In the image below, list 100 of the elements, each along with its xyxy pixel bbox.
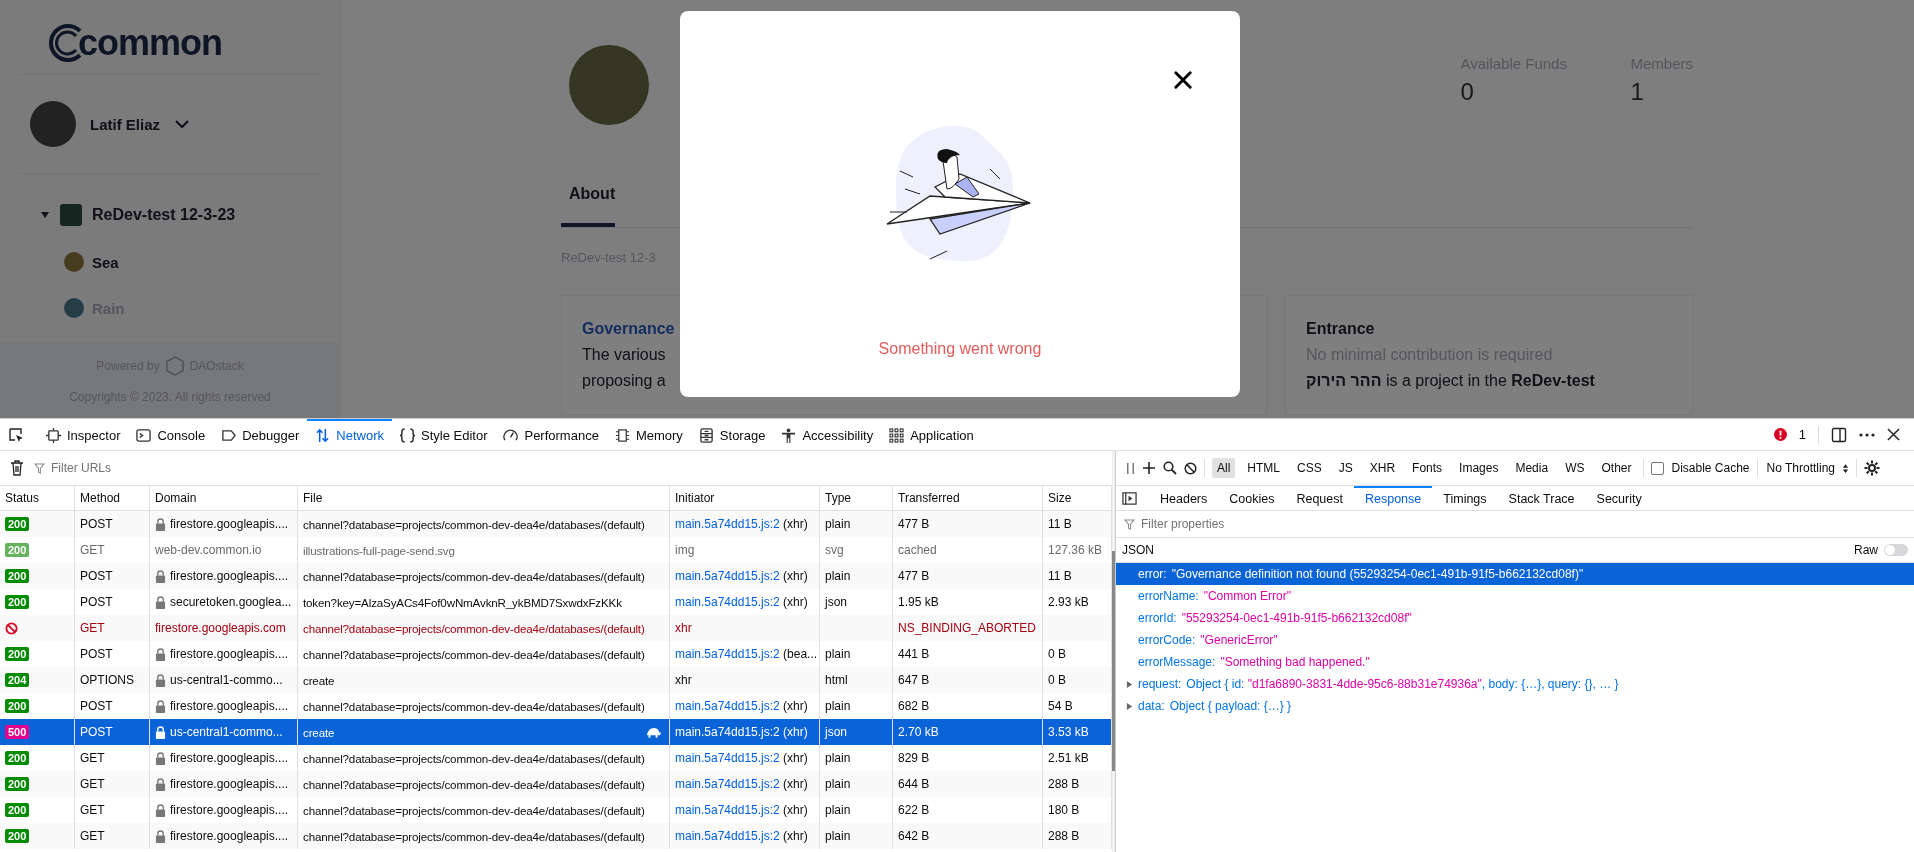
error-count[interactable]: 1 [1798, 427, 1806, 442]
block-icon[interactable] [1184, 461, 1197, 475]
close-icon[interactable] [1887, 428, 1900, 441]
network-arrows-icon[interactable] [315, 428, 331, 443]
triangle-down-icon[interactable] [40, 211, 50, 219]
devtools-tab[interactable]: Network [307, 419, 392, 450]
throttling-dropdown[interactable]: No Throttling [1766, 461, 1835, 475]
inspector-icon[interactable] [46, 428, 61, 443]
expand-triangle-icon[interactable] [1126, 679, 1133, 689]
close-icon[interactable] [1174, 71, 1192, 89]
table-cell[interactable]: main.5a74dd15.js:2 (bea... [675, 647, 818, 661]
type-filter-button[interactable]: HTML [1242, 458, 1285, 478]
request-row[interactable]: 200 POST firestore.googleapis.... channel?database=projects/common-dev-dea4e/databases/(default) main.5a74dd15.js:2 (xhr) plain 477 B 11 B [0, 511, 1112, 537]
element-picker-icon[interactable] [8, 426, 24, 443]
debugger-icon[interactable] [221, 428, 237, 443]
type-filter-button[interactable]: XHR [1364, 458, 1401, 478]
type-filter-button[interactable]: JS [1333, 458, 1358, 478]
pause-icon[interactable] [1126, 461, 1135, 475]
storage-icon[interactable] [698, 428, 714, 443]
request-row[interactable]: GET firestore.googleapis.com channel?database=projects/common-dev-dea4e/databases/(default) xhr NS_BINDING_ABORTED [0, 615, 1112, 641]
details-tab[interactable]: Response [1354, 486, 1433, 510]
table-cell[interactable]: main.5a74dd15.js:2 (xhr) [675, 699, 808, 713]
details-tab[interactable]: Stack Trace [1497, 486, 1586, 510]
table-cell[interactable]: main.5a74dd15.js:2 (xhr) [675, 725, 808, 739]
type-filter-button[interactable]: WS [1560, 458, 1590, 478]
table-cell[interactable]: main.5a74dd15.js:2 (xhr) [675, 517, 808, 531]
request-row[interactable]: 200 POST firestore.googleapis.... channel?database=projects/common-dev-dea4e/databases/(default) main.5a74dd15.js:2 (xhr) plain 477 B 11 B [0, 563, 1112, 589]
user-name[interactable]: Latif Eliaz [90, 115, 160, 133]
table-cell[interactable]: main.5a74dd15.js:2 (xhr) [675, 803, 808, 817]
type-filter-button[interactable]: Other [1596, 458, 1637, 478]
filter-urls-field[interactable]: Filter URLs [49, 460, 1112, 476]
toggle-switch[interactable] [1884, 544, 1908, 556]
json-property-row[interactable]: error: "Governance definition not found (55293254-0ec1-491b-91f5-b662132cd08f)" [1116, 563, 1914, 585]
devtools-tab[interactable]: Application [881, 419, 982, 450]
json-property-row[interactable]: request: Object { id: "d1fa6890-3831-4dde-95c6-88b31e74936a", body: {…}, query: {}, … } [1116, 673, 1914, 695]
devtools-tab[interactable]: Performance [495, 419, 607, 450]
json-property-row[interactable]: data: Object { payload: {…} } [1116, 695, 1914, 717]
column-header[interactable]: Method [75, 486, 150, 510]
devtools-tab[interactable]: Storage [690, 419, 774, 450]
column-header[interactable]: Transferred [893, 486, 1043, 510]
request-row[interactable]: 500 POST us-central1-commo... create main.5a74dd15.js:2 (xhr) json 2.70 kB 3.53 kB [0, 719, 1112, 745]
search-icon[interactable] [1163, 461, 1177, 475]
json-property-row[interactable]: errorName: "Common Error" [1116, 585, 1914, 607]
panel-toggle-icon[interactable] [1122, 490, 1137, 506]
console-icon[interactable] [136, 428, 152, 443]
type-filter-button[interactable]: Fonts [1407, 458, 1448, 478]
json-property-row[interactable]: errorMessage: "Something bad happened." [1116, 651, 1914, 673]
table-cell[interactable]: main.5a74dd15.js:2 (xhr) [675, 777, 808, 791]
checkbox[interactable] [1651, 461, 1665, 475]
toggle-label[interactable]: Raw [1854, 543, 1878, 557]
chevron-down-icon[interactable] [174, 119, 190, 129]
error-icon[interactable] [1773, 428, 1787, 441]
type-filter-button[interactable]: CSS [1292, 458, 1327, 478]
table-cell[interactable]: main.5a74dd15.js:2 (xhr) [675, 829, 808, 843]
filter-properties-field[interactable]: Filter properties [1139, 516, 1914, 532]
json-property-row[interactable]: errorId: "55293254-0ec1-491b-91f5-b662132cd08f" [1116, 607, 1914, 629]
braces-icon[interactable] [400, 428, 415, 443]
column-header[interactable]: File [298, 486, 670, 510]
json-key: errorId: [1138, 611, 1177, 625]
details-tab[interactable]: Headers [1149, 486, 1219, 510]
details-tab[interactable]: Security [1585, 486, 1653, 510]
plus-icon[interactable] [1142, 461, 1156, 475]
type-filter-button[interactable]: Images [1454, 458, 1504, 478]
devtools-tab[interactable]: Console [128, 419, 214, 450]
request-row[interactable]: 204 OPTIONS us-central1-commo... create xhr html 647 B 0 B [0, 667, 1112, 693]
column-header[interactable]: Type [820, 486, 893, 510]
details-tab[interactable]: Cookies [1218, 486, 1286, 510]
grid-icon[interactable] [889, 428, 905, 443]
column-header[interactable]: Status [0, 486, 75, 510]
table-cell[interactable]: main.5a74dd15.js:2 (xhr) [675, 595, 808, 609]
details-tab[interactable]: Timings [1432, 486, 1498, 510]
dock-side-icon[interactable] [1831, 426, 1847, 443]
column-header[interactable]: Initiator [670, 486, 820, 510]
devtools-tab[interactable]: Memory [606, 419, 691, 450]
details-tab[interactable]: Request [1285, 486, 1354, 510]
more-options-icon[interactable] [1859, 432, 1875, 437]
scrollbar-thumb[interactable] [1112, 551, 1115, 771]
devtools-tab[interactable]: Accessibility [773, 419, 882, 450]
about-tab[interactable]: About [561, 185, 616, 227]
sort-arrows-icon[interactable] [1842, 462, 1849, 474]
devtools-tab[interactable]: Style Editor [392, 419, 496, 450]
column-header[interactable]: Domain [150, 486, 298, 510]
expand-triangle-icon[interactable] [1126, 701, 1133, 711]
type-filter-button[interactable]: Media [1510, 458, 1554, 478]
table-cell[interactable]: main.5a74dd15.js:2 (xhr) [675, 751, 808, 765]
settings-icon[interactable] [1864, 460, 1880, 476]
devtools-tab[interactable]: Debugger [213, 419, 308, 450]
devtools-tab[interactable]: Inspector [38, 419, 129, 450]
table-cell[interactable]: main.5a74dd15.js:2 (xhr) [675, 569, 808, 583]
sidebar-item[interactable]: ReDev-test 12-3-23 [92, 206, 236, 224]
request-row[interactable]: 200 GET firestore.googleapis.... channel?database=projects/common-dev-dea4e/databases/(default) main.5a74dd15.js:2 (xhr) plain 642 B 288 B [0, 823, 1112, 849]
json-property-row[interactable]: errorCode: "GenericError" [1116, 629, 1914, 651]
type-filter-button[interactable]: All [1212, 458, 1236, 478]
trash-icon[interactable] [10, 460, 24, 476]
accessibility-person-icon[interactable] [781, 428, 797, 443]
memory-chip-icon[interactable] [614, 428, 630, 443]
sidebar-item[interactable]: Sea [92, 253, 119, 271]
gauge-icon[interactable] [503, 428, 519, 443]
request-row[interactable]: 200 GET firestore.googleapis.... channel?database=projects/common-dev-dea4e/databases/(default) main.5a74dd15.js:2 (xhr) plain 644 B 288 B [0, 771, 1112, 797]
checkbox-label[interactable]: Disable Cache [1671, 461, 1750, 475]
